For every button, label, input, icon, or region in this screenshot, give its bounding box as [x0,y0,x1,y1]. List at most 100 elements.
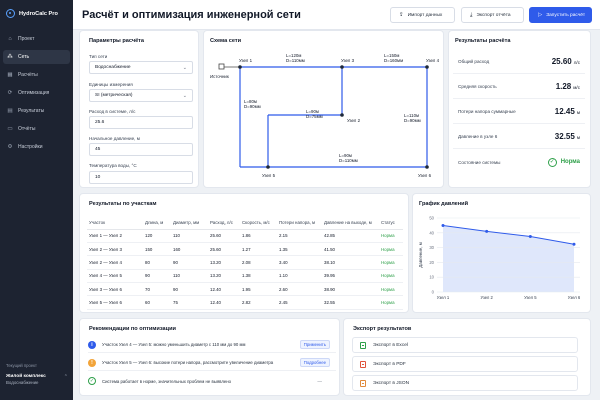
sidebar-item-calculations[interactable]: ▦ Расчёты [3,68,70,82]
table-cell: 12.40 [208,295,240,310]
sidebar-item-project[interactable]: ⌂ Проект [3,32,70,46]
pipe-label: D=90мм [404,118,421,123]
table-cell: 1.86 [240,229,277,243]
details-button[interactable]: Подробнее [299,358,330,367]
x-tick-label: Узел 5 [524,295,537,300]
result-head-loss: Потери напора суммарные 12.45 м [453,100,585,124]
temperature-input[interactable]: 10 [89,171,193,184]
table-cell: 90 [143,269,171,284]
result-value: 25.60 л/с [551,57,580,66]
logo-icon [6,9,15,18]
status-cell: Норма [379,242,403,257]
result-label: Состояние системы [458,159,501,165]
node-label: Узел 4 [426,58,440,63]
sidebar-item-label: Результаты [18,108,45,114]
sidebar-item-label: Сеть [18,54,30,60]
sidebar-item-results[interactable]: ▤ Результаты [3,104,70,118]
table-cell: 160 [171,242,208,257]
status-cell: Норма [379,229,403,243]
table-cell: 1.27 [240,242,277,257]
brand: HydroCalc Pro [0,0,73,24]
temperature-value: 10 [95,175,101,180]
import-button[interactable]: ⇪ Импорт данных [390,7,455,23]
result-label: Общий расход [458,59,490,64]
pressure-value: 45 [95,147,101,152]
table-cell: 13.20 [208,255,240,270]
apply-button[interactable]: Применить [299,340,330,349]
result-value: 12.45 м [554,107,580,116]
sidebar-item-optimization[interactable]: ⟳ Оптимизация [3,86,70,100]
status-cell: Норма [379,269,403,284]
result-unit: л/с [573,60,580,65]
node-6[interactable] [425,165,429,169]
table-row[interactable]: Узел 4 — Узел 5 90 110 13.20 1.38 1.10 39.95 Но… [87,269,403,284]
play-icon: ▷ [538,11,543,18]
sidebar-item-settings[interactable]: ⚙ Настройки [3,140,70,154]
check-circle-icon: ✓ [547,157,557,167]
flow-input[interactable]: 25.6 [89,116,193,129]
node-5[interactable] [266,165,270,169]
table-cell: 25.60 [208,242,240,257]
recommendation-item: ! Участок Узел 5 — Узел 6: высокие потер… [88,355,336,371]
network-type-select[interactable]: Водоснабжение ⌄ [89,61,193,74]
units-select[interactable]: SI (метрическая) ⌄ [89,89,193,102]
table-cell: 150 [143,242,171,257]
export-report-button[interactable]: ⤓ Экспорт отчёта [461,7,524,23]
params-card: Параметры расчёта Тип сети Водоснабжение… [79,30,199,188]
table-cell: 42.85 [322,229,379,243]
node-3[interactable] [340,65,344,69]
source-icon[interactable] [218,63,225,70]
network-diagram: Источник Узел 1 Узел 3 Узел 4 Узел 2 Узе… [210,53,440,178]
node-1[interactable] [238,65,242,69]
table-cell: Узел 4 — Узел 5 [87,269,143,284]
status-badge: ✓ Норма [547,157,580,167]
table-header-row: Участок Длина, м Диаметр, мм Расход, л/с… [87,216,403,230]
export-label: Экспорт в JSON [373,380,410,386]
result-unit: м [576,110,580,115]
table-cell: 60 [143,295,171,310]
table-row[interactable]: Узел 2 — Узел 3 150 160 25.60 1.27 1.35 41.50 Н… [87,242,403,257]
table-cell: 38.10 [322,255,379,270]
column-header: Участок [87,216,143,230]
section-results-card: Результаты по участкам Участок Длина, м … [79,193,409,313]
export-button-label: Экспорт отчёта [476,12,511,18]
data-point [528,235,532,238]
export-json-button[interactable]: Экспорт в JSON [352,375,578,391]
data-point [485,229,489,233]
pressure-input[interactable]: 45 [89,143,193,156]
network-icon: ⁂ [7,54,13,60]
project-caption: Текущий проект [6,363,37,368]
export-card: Экспорт результатов Экспорт в Excel Эксп… [343,318,591,396]
sidebar-item-reports[interactable]: ▭ Отчёты [3,122,70,136]
table-row[interactable]: Узел 3 — Узел 6 70 90 12.40 1.95 2.60 38.90 Нор… [87,282,403,297]
node-4[interactable] [425,65,429,69]
column-header: Потери напора, м [277,216,322,230]
export-label: Экспорт в Excel [373,342,408,348]
recommendation-item: i Участок Узел 4 — Узел 5: можно уменьши… [88,337,336,353]
calculator-icon: ▦ [7,72,13,78]
y-tick-label: 50 [429,216,434,221]
recommendations-card: Рекомендации по оптимизации i Участок Уз… [79,318,340,396]
sidebar: HydroCalc Pro ⌂ Проект ⁂ Сеть ▦ Расчёты ⟳ Оп… [0,0,73,400]
table-row[interactable]: Узел 2 — Узел 4 80 90 13.20 2.08 3.40 38.10 Нор… [87,255,403,270]
node-label: Узел 1 [239,58,253,63]
result-system-status: Состояние системы ✓ Норма [453,150,585,174]
table-row[interactable]: Узел 1 — Узел 2 120 110 25.60 1.86 2.15 42.85 Н… [87,229,403,243]
export-pdf-button[interactable]: Экспорт в PDF [352,356,578,372]
check-icon: ✓ [88,377,96,385]
sidebar-item-network[interactable]: ⁂ Сеть [3,50,70,64]
result-unit: м [576,135,580,140]
table-row[interactable]: Узел 5 — Узел 6 60 75 12.40 2.82 2.45 32.55 Нор… [87,295,403,310]
section-results-table: Участок Длина, м Диаметр, мм Расход, л/с… [87,216,403,310]
pressure-label: Начальное давление, м [89,136,140,141]
app-name: HydroCalc Pro [19,10,58,17]
current-project[interactable]: Текущий проект Жилой комплекс Водоснабже… [6,363,68,385]
table-cell: 38.90 [322,282,379,297]
node-label: Узел 6 [418,173,432,178]
y-tick-label: 30 [429,245,434,250]
project-selector[interactable]: Жилой комплекс Водоснабжение ⌃ [6,374,68,385]
run-calculation-button[interactable]: ▷ Запустить расчёт [529,7,592,23]
export-excel-button[interactable]: Экспорт в Excel [352,337,578,353]
node-6-mid[interactable] [340,113,344,117]
table-cell: 70 [143,282,171,297]
